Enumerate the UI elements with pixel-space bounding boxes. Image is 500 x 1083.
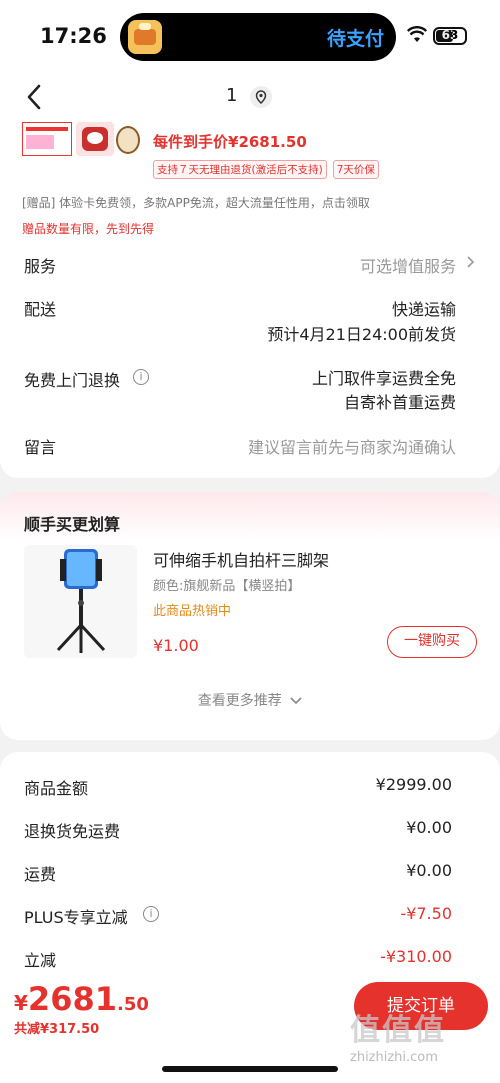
status-bar: 17:26 待支付 63 bbox=[0, 0, 500, 76]
gift-info[interactable]: [赠品] 体验卡免费领，多款APP免流，超大流量任性用，点击领取 bbox=[22, 194, 482, 211]
site-watermark-url: zhizhizhi.com bbox=[350, 1050, 438, 1065]
return-value-pickup: 上门取件享运费全免 bbox=[311, 369, 456, 388]
item-count: 1 bbox=[226, 85, 238, 106]
plus-info-icon[interactable]: i bbox=[143, 906, 159, 922]
gift-note: 赠品数量有限，先到先得 bbox=[22, 222, 155, 236]
delivery-label: 配送 bbox=[24, 300, 57, 319]
discount-label: 立减 bbox=[24, 951, 57, 970]
return-shipping-label: 退换货免运费 bbox=[24, 822, 121, 841]
plus-discount-value: -¥7.50 bbox=[400, 904, 452, 923]
note-input[interactable]: 建议留言前先与商家沟通确认 bbox=[248, 434, 456, 458]
total-integer: 2681 bbox=[27, 980, 117, 1018]
free-return-label: 免费上门退换 bbox=[24, 371, 121, 390]
currency-symbol: ¥ bbox=[14, 991, 28, 1015]
home-indicator[interactable] bbox=[162, 1066, 338, 1072]
wifi-icon bbox=[407, 26, 427, 42]
product-thumbnail[interactable] bbox=[22, 122, 140, 156]
chevron-right-icon[interactable] bbox=[464, 256, 476, 268]
selfie-stick-image[interactable] bbox=[24, 545, 137, 658]
service-tags: 支持７天无理由退货(激活后不支持) 7天价保 bbox=[153, 160, 379, 179]
price-protect-tag: 7天价保 bbox=[332, 160, 379, 179]
info-icon[interactable]: i bbox=[133, 369, 149, 385]
return-policy-tag: 支持７天无理由退货(激活后不支持) bbox=[153, 160, 327, 179]
location-pin-icon[interactable] bbox=[250, 86, 272, 108]
battery-percent: 63 bbox=[441, 28, 459, 42]
subtotal-label: 商品金额 bbox=[24, 779, 89, 798]
back-arrow-icon[interactable] bbox=[22, 82, 48, 112]
discount-value: -¥310.00 bbox=[380, 947, 452, 966]
recommend-product-spec: 颜色:旗舰新品【横竖拍】 bbox=[153, 579, 301, 594]
return-shipping-value: ¥0.00 bbox=[406, 818, 452, 837]
one-click-buy-button[interactable]: 一键购买 bbox=[387, 626, 477, 658]
total-decimal: .50 bbox=[116, 994, 149, 1015]
recommend-product-name[interactable]: 可伸缩手机自拍杆三脚架 bbox=[153, 547, 329, 571]
shipping-label: 运费 bbox=[24, 865, 57, 884]
total-saved: 共减¥317.50 bbox=[14, 1022, 100, 1037]
recommend-card: 顺手买更划算 可伸缩手机自拍杆三脚架 颜色:旗舰新品【横竖拍】 此商品热销中 ¥… bbox=[0, 492, 500, 740]
see-more-recommend[interactable]: 查看更多推荐 bbox=[0, 690, 500, 710]
recommend-price: ¥1.00 bbox=[153, 636, 199, 655]
order-thumbnail-icon bbox=[128, 20, 162, 54]
site-watermark: 值值值 bbox=[350, 1013, 446, 1048]
service-label: 服务 bbox=[24, 257, 57, 276]
promo-card-image bbox=[22, 122, 72, 156]
total-price: ¥2681.50 bbox=[14, 980, 149, 1018]
dynamic-island[interactable]: 待支付 bbox=[120, 13, 396, 61]
status-time: 17:26 bbox=[40, 24, 107, 48]
delivery-eta: 预计4月21日24:00前发货 bbox=[267, 325, 456, 344]
plus-discount-label: PLUS专享立减 bbox=[24, 908, 128, 927]
accessory-image bbox=[116, 126, 140, 154]
order-options-card: 1 每件到手价¥2681.50 支持７天无理由退货(激活后不支持) 7天价保 [… bbox=[0, 76, 500, 478]
recommend-title: 顺手买更划算 bbox=[24, 515, 121, 534]
delivery-value[interactable]: 快递运输 bbox=[392, 296, 456, 320]
recommend-hot-label: 此商品热销中 bbox=[153, 604, 232, 619]
island-status-text: 待支付 bbox=[326, 28, 384, 50]
see-more-label: 查看更多推荐 bbox=[197, 693, 282, 709]
battery-icon: 63 bbox=[433, 27, 467, 45]
return-value-self: 自寄补首重运费 bbox=[343, 393, 456, 412]
shipping-value: ¥0.00 bbox=[406, 861, 452, 880]
price-per-item: 每件到手价¥2681.50 bbox=[153, 133, 307, 151]
appliance-image bbox=[76, 122, 114, 156]
service-value[interactable]: 可选增值服务 bbox=[360, 253, 456, 277]
note-label: 留言 bbox=[24, 438, 57, 457]
subtotal-value: ¥2999.00 bbox=[375, 775, 452, 794]
chevron-down-icon bbox=[290, 697, 302, 705]
